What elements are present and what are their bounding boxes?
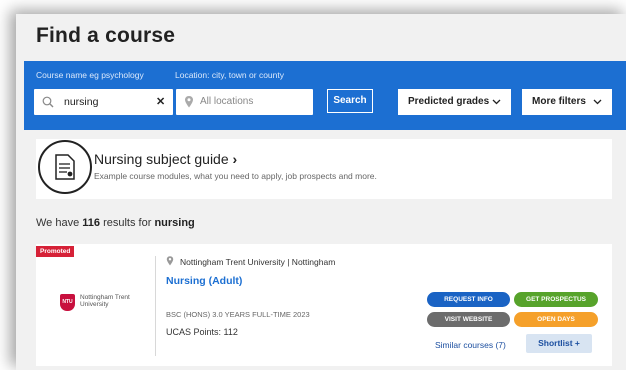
card-divider — [155, 256, 156, 356]
results-count: 116 — [82, 217, 101, 229]
course-card: Promoted NTU Nottingham Trent University… — [36, 244, 612, 366]
location-input[interactable]: All locations — [176, 89, 313, 115]
location-pin-icon — [166, 256, 174, 266]
shortlist-button[interactable]: Shortlist + — [526, 334, 592, 353]
predicted-grades-dropdown[interactable]: Predicted grades — [398, 89, 511, 115]
chevron-down-icon — [593, 99, 602, 105]
logo-name: Nottingham Trent University — [80, 294, 130, 308]
document-icon — [55, 154, 75, 180]
visit-website-button[interactable]: VISIT WEBSITE — [427, 312, 510, 327]
subject-guide-banner[interactable]: Nursing subject guide › Example course m… — [36, 139, 612, 199]
results-prefix: We have — [36, 217, 83, 229]
more-filters-dropdown[interactable]: More filters — [522, 89, 612, 115]
ntu-shield: NTU — [60, 294, 75, 311]
results-summary: We have 116 results for nursing — [36, 217, 195, 229]
qualification-info: BSC (HONS) 3.0 YEARS FULL-TIME 2023 — [166, 310, 310, 319]
search-button[interactable]: Search — [327, 89, 373, 113]
location-placeholder: All locations — [200, 96, 254, 107]
results-term: nursing — [154, 217, 195, 229]
course-name-label: Course name eg psychology — [36, 70, 144, 80]
course-title-link[interactable]: Nursing (Adult) — [166, 275, 242, 287]
open-days-button[interactable]: OPEN DAYS — [514, 312, 598, 327]
chevron-right-icon: › — [232, 151, 238, 167]
results-middle: results for — [100, 217, 155, 229]
promoted-badge: Promoted — [36, 246, 75, 257]
predicted-grades-label: Predicted grades — [408, 96, 490, 107]
ucas-points: UCAS Points: 112 — [166, 327, 238, 337]
location-label: Location: city, town or county — [175, 70, 284, 80]
clear-icon[interactable]: ✕ — [156, 95, 165, 108]
subject-guide-icon-circle — [38, 140, 92, 194]
more-filters-label: More filters — [532, 96, 586, 107]
similar-courses-link[interactable]: Similar courses (7) — [435, 340, 506, 350]
subject-guide-title[interactable]: Nursing subject guide › — [94, 151, 237, 167]
request-info-button[interactable]: REQUEST INFO — [427, 292, 510, 307]
page-title: Find a course — [36, 24, 176, 47]
subject-guide-title-text: Nursing subject guide — [94, 151, 229, 167]
subject-guide-description: Example course modules, what you need to… — [94, 171, 377, 181]
university-location[interactable]: Nottingham Trent University | Nottingham — [180, 257, 335, 267]
chevron-down-icon — [492, 99, 501, 105]
get-prospectus-button[interactable]: GET PROSPECTUS — [514, 292, 598, 307]
course-search-input[interactable]: nursing ✕ — [34, 89, 173, 115]
search-query: nursing — [64, 96, 99, 108]
location-pin-icon — [185, 96, 193, 108]
search-icon — [42, 96, 54, 108]
search-bar: Course name eg psychology Location: city… — [24, 61, 626, 130]
page-frame: Find a course Course name eg psychology … — [16, 14, 626, 370]
